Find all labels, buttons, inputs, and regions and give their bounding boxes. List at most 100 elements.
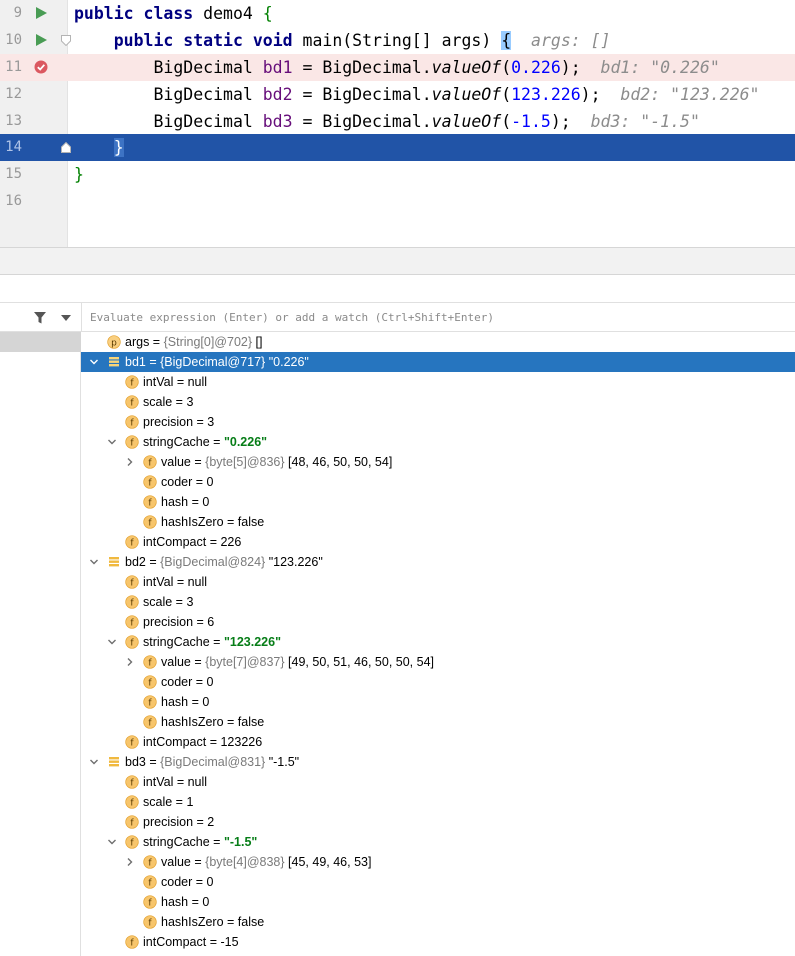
variable-row[interactable]: f scale = 3 [81, 392, 795, 412]
variable-row[interactable]: f precision = 6 [81, 612, 795, 632]
code-text[interactable]: } [74, 161, 84, 188]
filter-icon[interactable] [33, 311, 47, 325]
variable-row[interactable]: f stringCache = "-1.5" [81, 832, 795, 852]
variable-text: bd2 = {BigDecimal@824} "123.226" [125, 552, 323, 572]
code-text[interactable]: BigDecimal bd1 = BigDecimal.valueOf(0.22… [74, 54, 719, 81]
variable-name: intVal [143, 375, 174, 389]
code-text[interactable]: BigDecimal bd2 = BigDecimal.valueOf(123.… [74, 81, 759, 108]
code-line[interactable]: 10 public static void main(String[] args… [0, 27, 795, 54]
variable-value: [49, 50, 51, 46, 50, 50, 54] [288, 655, 434, 669]
chevron-down-icon[interactable] [107, 437, 117, 447]
variable-row[interactable]: f scale = 3 [81, 592, 795, 612]
chevron-down-icon[interactable] [107, 837, 117, 847]
variable-row[interactable]: p args = {String[0]@702} [] [81, 332, 795, 352]
code-token: public [74, 4, 144, 23]
variable-row[interactable]: f coder = 0 [81, 872, 795, 892]
code-line[interactable]: 15} [0, 161, 795, 188]
code-line[interactable]: 14 } [0, 134, 795, 161]
variable-row[interactable]: f intCompact = 123226 [81, 732, 795, 752]
variable-row[interactable]: f intCompact = -15 [81, 932, 795, 952]
line-number: 15 [5, 166, 22, 182]
variable-row[interactable]: f intVal = null [81, 372, 795, 392]
variable-row[interactable]: f scale = 1 [81, 792, 795, 812]
variable-row[interactable]: f hash = 0 [81, 892, 795, 912]
chevron-down-icon[interactable] [89, 557, 99, 567]
field-icon: f [143, 895, 157, 909]
code-line[interactable]: 13 BigDecimal bd3 = BigDecimal.valueOf(-… [0, 108, 795, 135]
code-token: BigDecimal [74, 112, 263, 131]
variable-row[interactable]: bd2 = {BigDecimal@824} "123.226" [81, 552, 795, 572]
code-token: ( [501, 85, 512, 104]
run-icon[interactable] [34, 6, 48, 20]
code-token: valueOf [431, 58, 502, 77]
evaluate-expression-input[interactable] [81, 303, 795, 332]
chevron-down-icon[interactable] [61, 315, 71, 321]
variable-row[interactable]: f coder = 0 [81, 472, 795, 492]
fold-start-icon[interactable] [61, 35, 71, 46]
variable-row[interactable]: f hashIsZero = false [81, 512, 795, 532]
variable-name: hashIsZero [161, 715, 224, 729]
variable-row[interactable]: f intVal = null [81, 572, 795, 592]
field-icon: f [125, 835, 139, 849]
code-line[interactable]: 16 [0, 188, 795, 215]
variable-row[interactable]: f value = {byte[7]@837} [49, 50, 51, 46, … [81, 652, 795, 672]
chevron-down-icon[interactable] [89, 357, 99, 367]
breakpoint-icon[interactable] [34, 60, 48, 74]
code-text[interactable]: public static void main(String[] args) {… [74, 27, 611, 54]
equals-sign: = [223, 715, 238, 729]
field-icon: f [125, 535, 139, 549]
variable-row[interactable]: f intCompact = 226 [81, 532, 795, 552]
variable-text: coder = 0 [161, 872, 213, 892]
variable-row[interactable]: f precision = 3 [81, 412, 795, 432]
variables-tree[interactable]: p args = {String[0]@702} [] bd1 = {BigDeci… [81, 332, 795, 956]
equals-sign: = [172, 395, 187, 409]
code-line[interactable]: 12 BigDecimal bd2 = BigDecimal.valueOf(1… [0, 81, 795, 108]
fold-end-icon[interactable] [61, 142, 71, 153]
code-token: } [74, 165, 84, 184]
variable-name: bd1 [125, 355, 146, 369]
variable-row[interactable]: f value = {byte[4]@838} [45, 49, 46, 53] [81, 852, 795, 872]
variable-text: precision = 6 [143, 612, 214, 632]
code-text[interactable]: public class demo4 { [74, 0, 273, 27]
variable-row[interactable]: f hash = 0 [81, 692, 795, 712]
variable-row[interactable]: f value = {byte[5]@836} [48, 46, 50, 50, … [81, 452, 795, 472]
equals-sign: = [209, 835, 224, 849]
variable-row[interactable]: f intVal = null [81, 772, 795, 792]
run-icon[interactable] [34, 33, 48, 47]
chevron-down-icon[interactable] [89, 757, 99, 767]
variable-row[interactable]: bd3 = {BigDecimal@831} "-1.5" [81, 752, 795, 772]
variable-row[interactable]: bd1 = {BigDecimal@717} "0.226" [81, 352, 795, 372]
variable-row[interactable]: f hashIsZero = false [81, 712, 795, 732]
variable-row[interactable]: f hash = 0 [81, 492, 795, 512]
variable-text: bd1 = {BigDecimal@717} "0.226" [125, 352, 309, 372]
code-line[interactable]: 9 public class demo4 { [0, 0, 795, 27]
line-number: 13 [5, 113, 22, 129]
code-text[interactable]: BigDecimal bd3 = BigDecimal.valueOf(-1.5… [74, 108, 699, 135]
chevron-right-icon[interactable] [125, 857, 135, 867]
code-token: } [113, 138, 124, 157]
variable-type: {BigDecimal@824} [160, 555, 266, 569]
variable-row[interactable]: f stringCache = "0.226" [81, 432, 795, 452]
variable-name: scale [143, 395, 173, 409]
variable-row[interactable]: f precision = 2 [81, 812, 795, 832]
variable-row[interactable]: f stringCache = "123.226" [81, 632, 795, 652]
frames-panel[interactable] [0, 332, 81, 956]
field-icon: f [125, 815, 139, 829]
code-line[interactable]: 11 BigDecimal bd1 = BigDecimal.valueOf(0… [0, 54, 795, 81]
variable-value: 2 [207, 815, 215, 829]
chevron-right-icon[interactable] [125, 457, 135, 467]
field-icon: f [125, 735, 139, 749]
line-number: 16 [5, 193, 22, 209]
chevron-right-icon[interactable] [125, 657, 135, 667]
variable-row[interactable]: f coder = 0 [81, 672, 795, 692]
field-icon: f [143, 675, 157, 689]
selected-frame[interactable] [0, 332, 81, 352]
variable-value: 0 [202, 895, 210, 909]
variable-row[interactable]: f hashIsZero = false [81, 912, 795, 932]
code-editor[interactable]: 9 public class demo4 {10 public static vo… [0, 0, 795, 247]
chevron-down-icon[interactable] [107, 637, 117, 647]
code-text[interactable]: } [74, 134, 124, 161]
variable-text: hashIsZero = false [161, 912, 264, 932]
